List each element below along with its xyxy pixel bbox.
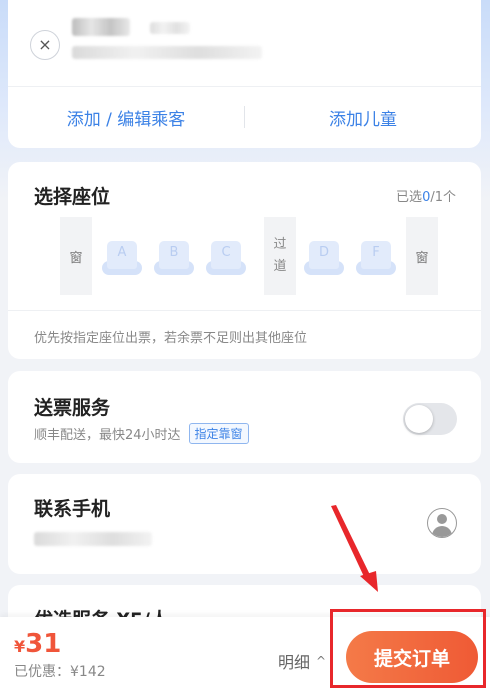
seat-label: F — [361, 241, 391, 269]
contact-phone-card: 联系手机 — [8, 474, 481, 574]
passenger-card: × 添加 / 编辑乘客 添加儿童 — [8, 0, 481, 148]
add-child-button[interactable]: 添加儿童 — [245, 105, 481, 130]
contact-book-icon[interactable] — [427, 508, 457, 538]
price-currency: ¥ — [14, 637, 26, 656]
discount-text: 已优惠：¥142 — [14, 664, 106, 680]
seat-note: 优先按指定座位出票，若余票不足则出其他座位 — [34, 331, 308, 346]
detail-label: 明细 — [278, 653, 311, 672]
annotation-highlight-box — [330, 609, 486, 688]
seat-count: 已选0/1个 — [396, 186, 456, 205]
passenger-name-redacted — [72, 18, 130, 36]
aisle-label: 过 道 — [264, 217, 296, 295]
price-detail-button[interactable]: 明细 ^ — [278, 649, 326, 673]
toggle-knob — [405, 405, 433, 433]
seat-label: D — [309, 241, 339, 269]
seat-section-title: 选择座位 — [34, 186, 111, 208]
add-edit-passenger-button[interactable]: 添加 / 编辑乘客 — [8, 105, 244, 130]
seat-label: B — [159, 241, 189, 269]
seat-b[interactable]: B — [154, 241, 194, 275]
seat-a[interactable]: A — [102, 241, 142, 275]
aisle-label-bottom: 道 — [273, 259, 287, 274]
aisle-label-top: 过 — [273, 237, 287, 252]
total-price: ¥31 — [14, 629, 61, 659]
remove-passenger-button[interactable]: × — [30, 30, 60, 60]
delivery-toggle[interactable] — [403, 403, 457, 435]
contact-icon-head — [437, 514, 447, 524]
window-label-left: 窗 — [60, 217, 92, 295]
passenger-id-redacted — [72, 46, 262, 59]
window-label-right: 窗 — [406, 217, 438, 295]
seat-label: C — [211, 241, 241, 269]
seat-d[interactable]: D — [304, 241, 344, 275]
divider — [8, 310, 481, 311]
delivery-subtitle-row: 顺丰配送，最快24小时达 指定靠窗 — [34, 423, 249, 444]
seat-map: 窗 A B C 过 道 D F 窗 — [60, 217, 440, 295]
window-seat-tag: 指定靠窗 — [188, 423, 249, 444]
seat-label: A — [107, 241, 137, 269]
delivery-subtitle: 顺丰配送，最快24小时达 — [34, 428, 181, 443]
price-amount: 31 — [25, 629, 62, 659]
seat-f[interactable]: F — [356, 241, 396, 275]
delivery-service-card: 送票服务 顺丰配送，最快24小时达 指定靠窗 — [8, 371, 481, 463]
seat-count-prefix: 已选 — [396, 190, 423, 205]
phone-number-redacted — [34, 532, 152, 546]
passenger-actions: 添加 / 编辑乘客 添加儿童 — [8, 86, 481, 148]
seat-count-suffix: /1个 — [430, 190, 456, 205]
delivery-title: 送票服务 — [34, 397, 111, 419]
passenger-type-redacted — [150, 22, 190, 34]
contact-title: 联系手机 — [34, 498, 111, 520]
seat-c[interactable]: C — [206, 241, 246, 275]
seat-selection-card: 选择座位 已选0/1个 窗 A B C 过 道 D F 窗 优先按指定座位出票，… — [8, 162, 481, 359]
chevron-up-icon: ^ — [316, 654, 327, 668]
close-icon: × — [38, 35, 52, 54]
contact-icon-body — [432, 526, 452, 537]
